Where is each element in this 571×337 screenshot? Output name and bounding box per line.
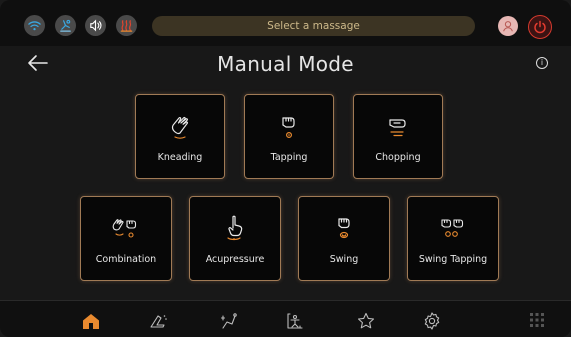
swing-icon — [299, 213, 389, 243]
massage-select[interactable]: Select a massage — [152, 16, 475, 36]
mode-label: Kneading — [157, 152, 203, 163]
mode-card-chopping[interactable]: Chopping — [353, 94, 443, 179]
mode-card-kneading[interactable]: Kneading — [135, 94, 225, 179]
home-icon[interactable] — [80, 310, 102, 332]
kneading-icon — [136, 111, 224, 141]
bottom-nav — [0, 300, 571, 337]
body-scan-icon[interactable] — [284, 310, 306, 332]
heat-icon[interactable] — [116, 15, 137, 36]
zero-gravity-icon[interactable] — [55, 15, 76, 36]
recline-icon[interactable] — [147, 310, 169, 332]
mode-label: Combination — [95, 254, 157, 265]
combination-icon — [81, 213, 171, 243]
mode-label: Swing — [329, 254, 359, 265]
wifi-icon[interactable] — [24, 15, 45, 36]
mode-card-combination[interactable]: Combination — [80, 196, 172, 281]
swing-tapping-icon — [408, 213, 498, 243]
power-icon[interactable] — [528, 15, 552, 39]
chopping-icon — [354, 111, 442, 141]
volume-icon[interactable] — [85, 15, 106, 36]
app-frame: Select a massage Manual Mode i Kneading — [0, 0, 571, 337]
user-avatar-icon[interactable] — [498, 16, 518, 36]
mode-label: Tapping — [270, 152, 308, 163]
favorites-icon[interactable] — [355, 310, 377, 332]
massage-select-label: Select a massage — [267, 20, 360, 32]
acupressure-icon — [190, 213, 280, 243]
status-bar: Select a massage — [0, 0, 571, 46]
mode-label: Acupressure — [205, 254, 265, 265]
apps-grid-icon[interactable] — [530, 312, 544, 327]
page-title: Manual Mode — [217, 52, 354, 76]
mode-card-acupressure[interactable]: Acupressure — [189, 196, 281, 281]
info-icon[interactable]: i — [536, 57, 548, 69]
tapping-icon — [245, 111, 333, 141]
stretch-icon[interactable] — [218, 310, 240, 332]
mode-card-swing-tapping[interactable]: Swing Tapping — [407, 196, 499, 281]
mode-label: Chopping — [375, 152, 421, 163]
mode-label: Swing Tapping — [418, 254, 488, 265]
settings-icon[interactable] — [421, 310, 443, 332]
mode-card-tapping[interactable]: Tapping — [244, 94, 334, 179]
mode-card-swing[interactable]: Swing — [298, 196, 390, 281]
